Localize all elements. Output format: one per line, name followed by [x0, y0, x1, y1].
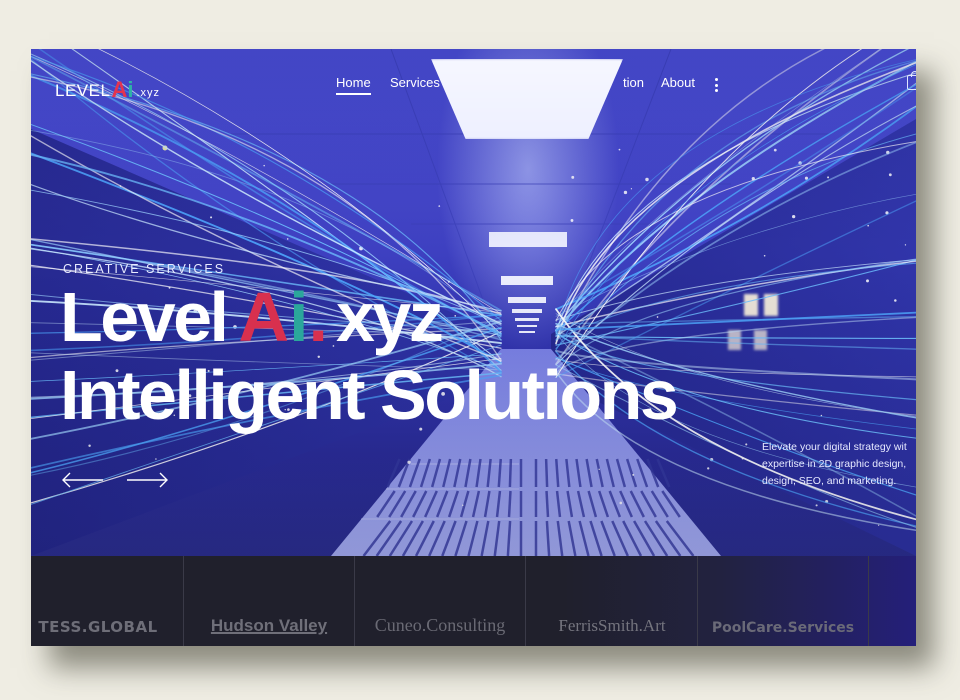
sparkle: [866, 279, 869, 283]
logo-text: LEVEL: [55, 81, 111, 100]
sparkle: [263, 164, 265, 167]
sparkle: [438, 205, 441, 207]
floor-vent-slot: [507, 490, 512, 518]
title-ai-i: i: [289, 278, 309, 356]
hero-description: Elevate your digital strategy wit expert…: [762, 439, 916, 490]
hero-description-line: Elevate your digital strategy wit: [762, 441, 907, 453]
logo-suffix: .xyz: [136, 87, 161, 99]
client-logo-tess-global: TESS.GLOBAL: [38, 618, 158, 636]
sparkle: [888, 173, 892, 177]
title-xyz: xyz: [335, 278, 444, 356]
logo-ai-a: A: [111, 77, 128, 102]
hero-description-line: expertise in 2D graphic design,: [762, 458, 907, 470]
client-logo-cell: PoolCare.Services: [698, 556, 869, 646]
logo-ai-i: i: [127, 77, 134, 102]
title-level: Level: [60, 278, 229, 356]
hero-title-line1: Level A i . xyz: [60, 277, 444, 357]
client-logo-hudson-valley: Hudson Valley: [210, 616, 328, 635]
sparkle: [792, 215, 796, 219]
sparkle: [630, 188, 633, 190]
client-logo-cell: Hudson Valley: [184, 556, 355, 646]
arrow-right-icon[interactable]: [125, 471, 169, 489]
client-logo-cell: FerrisSmith.Art: [527, 556, 698, 646]
sparkle: [407, 460, 411, 464]
nav-about[interactable]: About: [661, 75, 695, 90]
sparkle: [623, 190, 628, 195]
sparkle: [820, 414, 823, 417]
title-ai-dot: .: [308, 278, 328, 356]
sparkle: [454, 315, 457, 317]
kebab-menu-icon[interactable]: [715, 78, 719, 92]
title-ai-a: A: [238, 278, 290, 356]
sparkle: [745, 443, 748, 446]
nav-partial-item[interactable]: tion: [623, 75, 644, 90]
hero-section: LEVEL A i .xyz Home Services tion About …: [31, 49, 916, 556]
sparkle: [618, 148, 621, 151]
site-logo[interactable]: LEVEL A i .xyz: [55, 73, 160, 101]
client-logos-strip: TESS.GLOBAL Hudson Valley Cuneo.Consulti…: [31, 556, 916, 646]
hero-title-line2: Intelligent Solutions: [60, 356, 679, 434]
sparkle: [815, 504, 818, 507]
sparkle: [878, 524, 880, 526]
sparkle: [632, 473, 635, 476]
sparkle: [707, 467, 710, 470]
shopping-bag-icon[interactable]: [907, 71, 916, 90]
sparkle: [286, 238, 289, 240]
sparkle: [894, 299, 897, 302]
sparkle: [827, 176, 830, 179]
floor-vent-slot: [545, 490, 550, 518]
sparkle: [804, 176, 808, 180]
sparkle: [773, 148, 777, 152]
sparkle: [763, 254, 766, 257]
sparkle: [461, 504, 464, 507]
sparkle: [155, 458, 157, 460]
client-logo-cell: TESS.GLOBAL: [31, 556, 184, 646]
website-frame: LEVEL A i .xyz Home Services tion About …: [31, 49, 916, 646]
floor-vent-slot: [508, 458, 513, 488]
client-logo-cuneo-consulting: Cuneo.Consulting: [374, 615, 506, 635]
sparkle: [571, 175, 575, 179]
sparkle: [867, 224, 869, 227]
sparkle: [210, 216, 213, 219]
sparkle: [598, 468, 600, 471]
sparkle: [619, 501, 623, 505]
sparkle: [570, 219, 574, 222]
nav-services[interactable]: Services: [390, 75, 440, 90]
hero-description-line: design, SEO, and marketing.: [762, 475, 897, 487]
nav-home[interactable]: Home: [336, 75, 371, 95]
floor-vent-slot: [544, 458, 549, 488]
client-logo-ferrissmith-art: FerrisSmith.Art: [558, 616, 666, 635]
arrow-left-icon[interactable]: [61, 471, 105, 489]
client-logo-poolcare-services: PoolCare.Services: [711, 620, 855, 636]
sparkle: [904, 244, 907, 246]
sparkle: [656, 316, 659, 318]
client-logo-cell: [870, 556, 916, 646]
sparkle: [645, 177, 649, 182]
sparkle: [88, 444, 91, 447]
client-logo-cell: Cuneo.Consulting: [355, 556, 526, 646]
hero-kicker: CREATIVE SERVICES: [63, 262, 226, 276]
